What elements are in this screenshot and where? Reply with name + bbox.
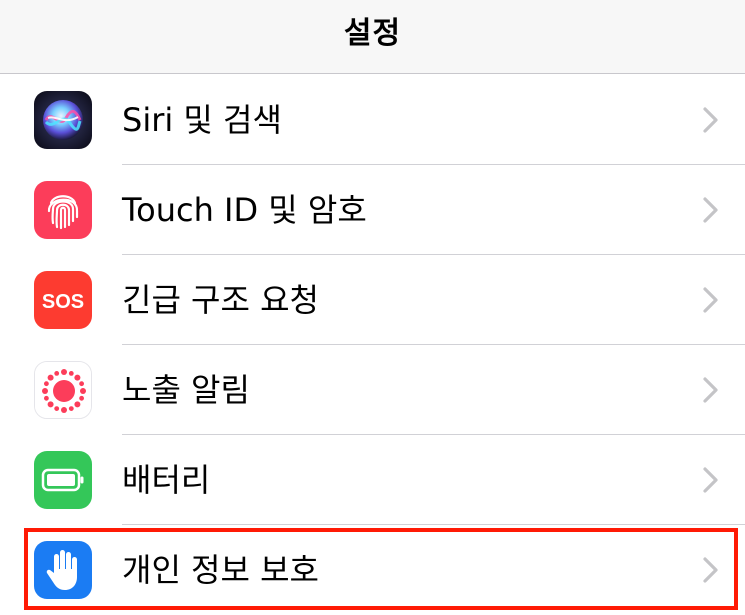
battery-icon [34,451,92,509]
settings-row-exposure-notifications[interactable]: 노출 알림 [0,345,745,435]
chevron-right-icon [700,466,722,494]
settings-row-siri[interactable]: Siri 및 검색 [0,75,745,165]
page-title: 설정 [343,16,402,51]
row-label-exposure-notifications: 노출 알림 [122,371,250,409]
navigation-bar: 설정 [0,0,745,74]
settings-row-privacy[interactable]: 개인 정보 보호 [0,525,745,615]
hand-icon [34,541,92,599]
settings-screen: 설정 Siri 및 검색 Touch ID 및 암호 SOS 긴급 구조 요청 … [0,0,745,615]
chevron-right-icon [700,556,722,584]
settings-row-emergency-sos[interactable]: SOS 긴급 구조 요청 [0,255,745,345]
sos-icon-text: SOS [42,291,84,313]
exposure-icon [34,361,92,419]
sos-icon: SOS [34,271,92,329]
row-label-privacy: 개인 정보 보호 [122,551,319,589]
row-label-siri: Siri 및 검색 [122,101,282,139]
settings-list: Siri 및 검색 Touch ID 및 암호 SOS 긴급 구조 요청 노출 … [0,75,745,615]
chevron-right-icon [700,376,722,404]
settings-row-touch-id[interactable]: Touch ID 및 암호 [0,165,745,255]
row-label-battery: 배터리 [122,461,211,499]
chevron-right-icon [700,286,722,314]
chevron-right-icon [700,196,722,224]
row-label-touch-id: Touch ID 및 암호 [122,191,367,229]
chevron-right-icon [700,106,722,134]
siri-icon [34,91,92,149]
settings-row-battery[interactable]: 배터리 [0,435,745,525]
row-label-emergency-sos: 긴급 구조 요청 [122,281,319,319]
fingerprint-icon [34,181,92,239]
